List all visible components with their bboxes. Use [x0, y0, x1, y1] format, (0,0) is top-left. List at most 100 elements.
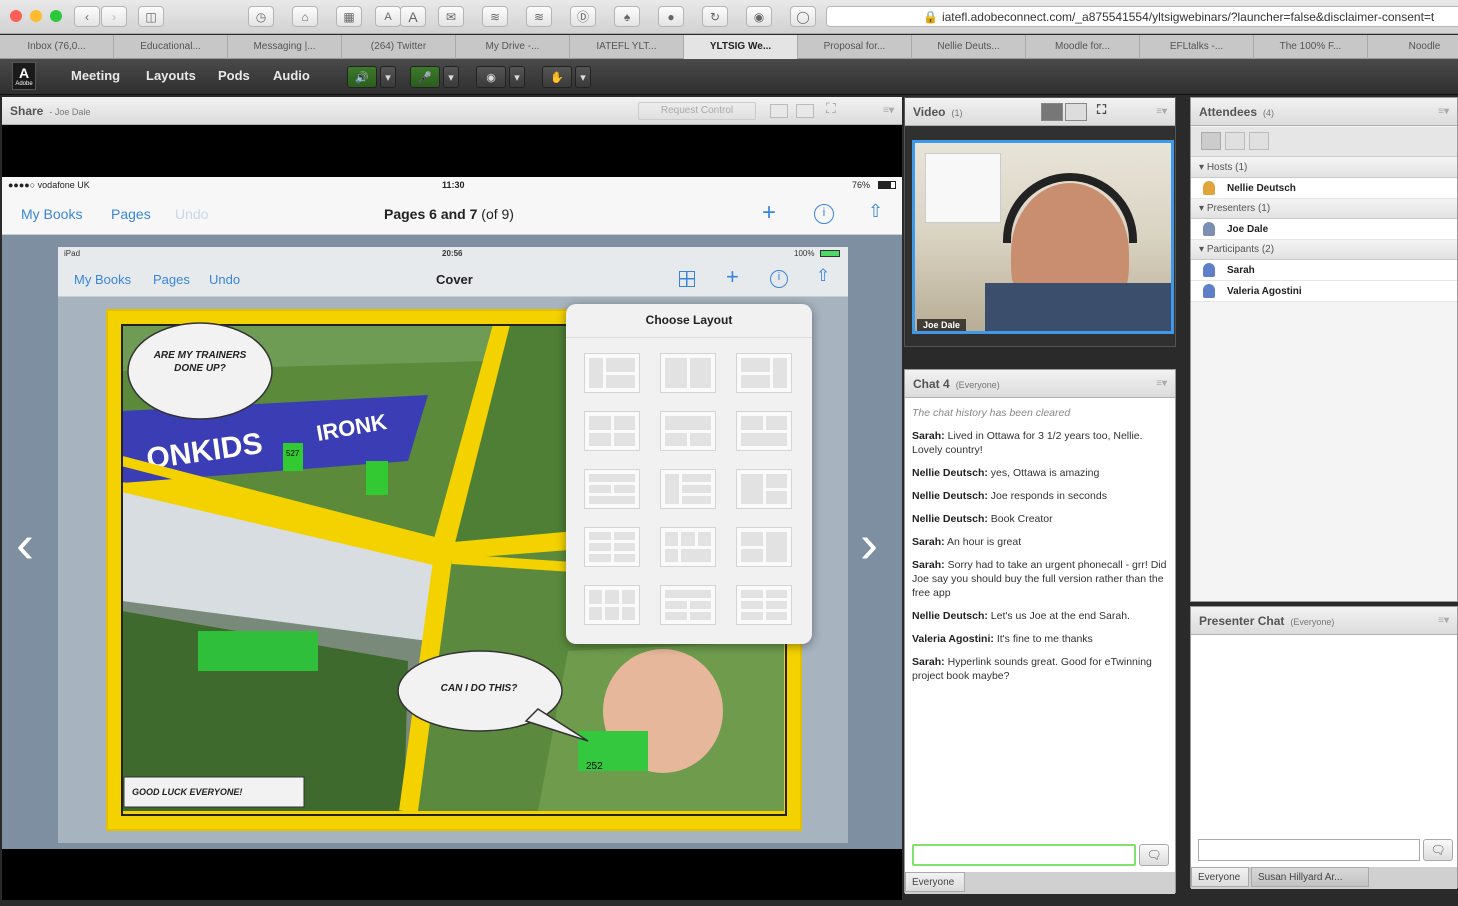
attendee-group-header[interactable]: ▾ Hosts (1)	[1191, 158, 1457, 178]
attendee-sort-icon[interactable]	[1249, 132, 1269, 150]
layout-grid-icon[interactable]	[679, 271, 695, 287]
rss-alt-button[interactable]: ≋	[526, 6, 552, 27]
video-fullscreen-icon[interactable]: ⛶	[1097, 102, 1106, 118]
mail-button[interactable]: ✉	[438, 6, 464, 27]
layout-option[interactable]	[660, 353, 716, 393]
minimize-window-button[interactable]	[30, 10, 42, 22]
webcam-button[interactable]: ◉	[476, 66, 506, 88]
history-button[interactable]: ◷	[248, 6, 274, 27]
status-dropdown[interactable]: ▾	[575, 66, 591, 88]
send-chat-button[interactable]: 🗨	[1139, 844, 1169, 866]
browser-tab[interactable]: IATEFL YLT...	[570, 35, 684, 59]
layout-option[interactable]	[736, 527, 792, 567]
browser-tab[interactable]: Educational...	[114, 35, 228, 59]
chat-input[interactable]	[912, 844, 1136, 866]
reload-button[interactable]: ↻	[702, 6, 728, 27]
presenter-chat-send-button[interactable]: 🗨	[1423, 839, 1453, 861]
home-button[interactable]: ⌂	[292, 6, 318, 27]
layout-option[interactable]	[660, 411, 716, 451]
speaker-button[interactable]: 🔊	[347, 66, 377, 88]
undo-link[interactable]: Undo	[175, 206, 208, 222]
inner-undo-link[interactable]: Undo	[209, 272, 240, 287]
browser-tab[interactable]: Proposal for...	[798, 35, 912, 59]
browser-tab[interactable]: Moodle for...	[1026, 35, 1140, 59]
menu-audio[interactable]: Audio	[273, 68, 310, 83]
browser-tab[interactable]: (264) Twitter	[342, 35, 456, 59]
extension-4-button[interactable]: ◯	[790, 6, 816, 27]
pages-link[interactable]: Pages	[111, 206, 151, 222]
request-control-button[interactable]: Request Control	[638, 102, 756, 120]
presenter-chat-input[interactable]	[1198, 839, 1420, 861]
menu-meeting[interactable]: Meeting	[71, 68, 120, 83]
layout-option[interactable]	[736, 353, 792, 393]
text-smaller-button[interactable]: A	[375, 6, 401, 27]
chat-pod-options-icon[interactable]: ≡▾	[1156, 378, 1167, 389]
layout-option[interactable]	[584, 527, 640, 567]
inner-add-icon[interactable]: +	[726, 264, 739, 290]
browser-tab[interactable]: Inbox (76,0...	[0, 35, 114, 59]
info-icon[interactable]: i	[814, 204, 834, 224]
layout-option[interactable]	[736, 585, 792, 625]
browser-tab[interactable]: Noodle	[1368, 35, 1458, 59]
browser-tab[interactable]: Nellie Deuts...	[912, 35, 1026, 59]
webcam-feed[interactable]: Joe Dale	[912, 140, 1174, 334]
attendee-row[interactable]: Sarah	[1191, 260, 1457, 281]
menu-layouts[interactable]: Layouts	[146, 68, 196, 83]
sidebar-toggle-button[interactable]: ◫	[138, 6, 164, 27]
inner-share-icon[interactable]: ⇧	[816, 266, 830, 286]
zoom-window-button[interactable]	[50, 10, 62, 22]
presenter-chat-options-icon[interactable]: ≡▾	[1438, 615, 1449, 626]
browser-tab[interactable]: Messaging |...	[228, 35, 342, 59]
grid-view-icon[interactable]	[1041, 103, 1063, 121]
rss-button[interactable]: ≋	[482, 6, 508, 27]
speaker-dropdown[interactable]: ▾	[380, 66, 396, 88]
my-books-link[interactable]: My Books	[21, 206, 82, 222]
back-button[interactable]: ‹	[74, 6, 100, 27]
presenter-chat-tab-private[interactable]: Susan Hillyard Ar...	[1251, 867, 1369, 887]
attendee-row[interactable]: Joe Dale	[1191, 219, 1457, 240]
browser-tab[interactable]: YLTSIG We...	[684, 35, 798, 59]
layout-option[interactable]	[660, 527, 716, 567]
fit-width-icon[interactable]	[770, 104, 788, 118]
add-icon[interactable]: +	[762, 199, 776, 227]
extension-2-button[interactable]: ●	[658, 6, 684, 27]
attendee-row[interactable]: Nellie Deutsch	[1191, 178, 1457, 199]
top-sites-button[interactable]: ▦	[336, 6, 362, 27]
layout-view-icon[interactable]	[796, 104, 814, 118]
browser-tab[interactable]: My Drive -...	[456, 35, 570, 59]
microphone-dropdown[interactable]: ▾	[443, 66, 459, 88]
presenter-chat-tab-everyone[interactable]: Everyone	[1191, 867, 1249, 887]
video-pod-options-icon[interactable]: ≡▾	[1156, 106, 1167, 117]
attendee-row[interactable]: Valeria Agostini	[1191, 281, 1457, 302]
layout-option[interactable]	[584, 585, 640, 625]
status-button[interactable]: ✋	[542, 66, 572, 88]
layout-option[interactable]	[584, 469, 640, 509]
extension-button[interactable]: ♠	[614, 6, 640, 27]
webcam-dropdown[interactable]: ▾	[509, 66, 525, 88]
layout-option[interactable]	[736, 411, 792, 451]
attendee-status-view-icon[interactable]	[1225, 132, 1245, 150]
chat-tab-everyone[interactable]: Everyone	[905, 872, 965, 892]
browser-tab[interactable]: EFLtalks -...	[1140, 35, 1254, 59]
forward-button[interactable]: ›	[101, 6, 127, 27]
inner-my-books-link[interactable]: My Books	[74, 272, 131, 287]
share-icon[interactable]: ⇧	[868, 201, 883, 222]
microphone-button[interactable]: 🎤	[410, 66, 440, 88]
attendee-list-view-icon[interactable]	[1201, 132, 1221, 150]
pod-options-icon[interactable]: ≡▾	[883, 105, 894, 116]
layout-option[interactable]	[584, 353, 640, 393]
pinterest-button[interactable]: Ⓓ	[570, 6, 596, 27]
close-window-button[interactable]	[10, 10, 22, 22]
layout-option[interactable]	[660, 469, 716, 509]
inner-info-icon[interactable]: i	[770, 270, 788, 288]
attendees-pod-options-icon[interactable]: ≡▾	[1438, 106, 1449, 117]
single-view-icon[interactable]	[1065, 103, 1087, 121]
layout-option[interactable]	[736, 469, 792, 509]
attendee-group-header[interactable]: ▾ Participants (2)	[1191, 240, 1457, 260]
menu-pods[interactable]: Pods	[218, 68, 250, 83]
fullscreen-icon[interactable]: ⛶	[826, 100, 836, 117]
inner-pages-link[interactable]: Pages	[153, 272, 190, 287]
layout-option[interactable]	[584, 411, 640, 451]
chat-history[interactable]: The chat history has been cleared Sarah:…	[912, 406, 1170, 836]
browser-tab[interactable]: The 100% F...	[1254, 35, 1368, 59]
